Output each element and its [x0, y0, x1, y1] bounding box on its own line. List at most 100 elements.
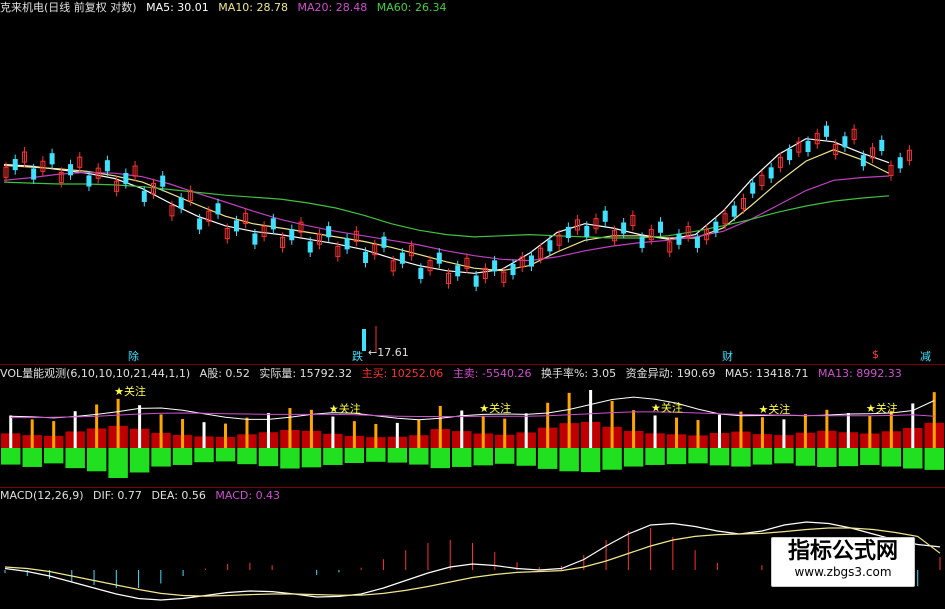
candle-body	[252, 233, 258, 245]
vol-bar	[395, 422, 399, 448]
candle-body	[160, 175, 166, 187]
vol-sell-bar	[344, 448, 365, 463]
volume-header: VOL量能观测(6,10,10,10,21,44,1,1) A股: 0.52 实…	[0, 366, 908, 382]
candle-body	[307, 241, 313, 253]
vol-bar	[52, 421, 56, 448]
candle-body	[510, 263, 516, 276]
candle-body	[436, 252, 442, 264]
focus-marker: ★关注	[651, 400, 683, 414]
vol-sell-bar	[709, 448, 730, 466]
vol-bar	[438, 405, 442, 448]
vol-sell-bar	[731, 448, 751, 467]
main-sell: 主卖: -5540.26	[452, 367, 532, 380]
candle-body	[584, 225, 590, 237]
vol-bar	[868, 415, 872, 448]
vol-sell-bar	[280, 448, 300, 469]
candle-body	[141, 190, 147, 202]
candle-body	[860, 155, 866, 167]
candle-body	[805, 140, 811, 153]
watermark-logo: 指标公式网 www.zbgs3.com	[771, 537, 915, 587]
marker-ex-rights: 除	[128, 350, 139, 363]
vol-sell-bar	[194, 448, 214, 463]
vol-bar	[782, 419, 786, 448]
vol-bar	[481, 415, 485, 448]
price-ma5-line	[3, 138, 890, 274]
candle-body	[492, 260, 498, 272]
macd-header: MACD(12,26,9) DIF: 0.77 DEA: 0.56 MACD: …	[0, 488, 286, 504]
candle-body	[418, 267, 424, 279]
candle-body	[787, 149, 793, 161]
focus-marker: ★关注	[758, 402, 790, 416]
vol-bar	[760, 417, 764, 448]
vol-ma13: MA13: 8992.33	[818, 367, 902, 380]
dea-readout: DEA: 0.56	[151, 489, 206, 502]
vol-sell-bar	[237, 448, 257, 465]
turnover: 换手率%: 3.05	[540, 367, 617, 380]
candle-body	[713, 221, 719, 233]
vol-bar	[374, 423, 378, 448]
vol-bar	[181, 419, 185, 448]
low-price-label: ←17.61	[368, 346, 409, 359]
vol-sell-bar	[881, 448, 902, 467]
vol-bar	[846, 412, 850, 448]
vol-sell-bar	[430, 448, 451, 469]
vol-bar	[224, 423, 228, 448]
watermark-url: www.zbgs3.com	[794, 565, 892, 579]
candle-body	[12, 159, 18, 171]
vol-bar	[632, 410, 636, 448]
candle-body	[381, 236, 387, 248]
fund-move: 资金异动: 190.69	[625, 367, 716, 380]
vol-bar	[95, 404, 99, 448]
vol-bar	[331, 416, 335, 448]
marker-drop: 跌	[352, 350, 363, 363]
vol-sell-bar	[301, 448, 322, 468]
vol-sell-bar	[86, 448, 107, 472]
candle-body	[602, 210, 608, 222]
candle-body	[676, 233, 682, 245]
candle-body	[68, 164, 74, 176]
vol-sell-bar	[172, 448, 193, 465]
vol-sell-bar	[774, 448, 794, 464]
vol-sell-bar	[473, 448, 493, 466]
vol-bar	[309, 409, 313, 448]
pane-divider-1	[0, 364, 945, 365]
candle-body	[344, 238, 350, 250]
vol-bar	[653, 415, 657, 448]
price-header: 克来机电(日线 前复权 对数) MA5: 30.01 MA10: 28.78 M…	[0, 0, 452, 16]
vol-bar	[352, 421, 356, 448]
vol-bar	[30, 419, 34, 448]
vol-bar	[610, 400, 614, 448]
candle-body	[768, 167, 774, 179]
vol-bar	[696, 420, 700, 448]
candle-body	[694, 236, 700, 248]
main-buy: 主买: 10252.06	[361, 367, 444, 380]
candle-body	[326, 226, 332, 238]
candle-body	[621, 222, 627, 234]
vol-bar	[159, 414, 163, 448]
vol-bar	[245, 417, 249, 448]
vol-bar	[803, 414, 807, 448]
vol-bar	[589, 390, 593, 448]
vol-sell-bar	[258, 448, 279, 467]
vol-sell-bar	[452, 448, 472, 467]
vol-sell-bar	[494, 448, 515, 464]
vol-sell-bar	[623, 448, 644, 467]
vol-sell-bar	[129, 448, 150, 473]
candle-body	[270, 218, 276, 230]
candle-body	[547, 240, 553, 252]
candle-body	[528, 255, 534, 267]
candle-body	[289, 229, 295, 241]
vol-bar	[675, 417, 679, 448]
vol-sell-bar	[537, 448, 558, 469]
ma10-readout: MA10: 28.78	[218, 1, 289, 14]
candle-body	[750, 182, 756, 194]
vol-sell-bar	[387, 448, 408, 463]
candle-body	[639, 236, 645, 248]
candle-body	[897, 157, 903, 169]
vol-sell-bar	[323, 448, 343, 465]
candle-body	[658, 221, 664, 233]
marker-finance: 财	[722, 350, 733, 363]
vol-bar	[116, 398, 120, 448]
marker-reduce: 减	[920, 350, 931, 363]
vol-sell-bar	[838, 448, 859, 467]
